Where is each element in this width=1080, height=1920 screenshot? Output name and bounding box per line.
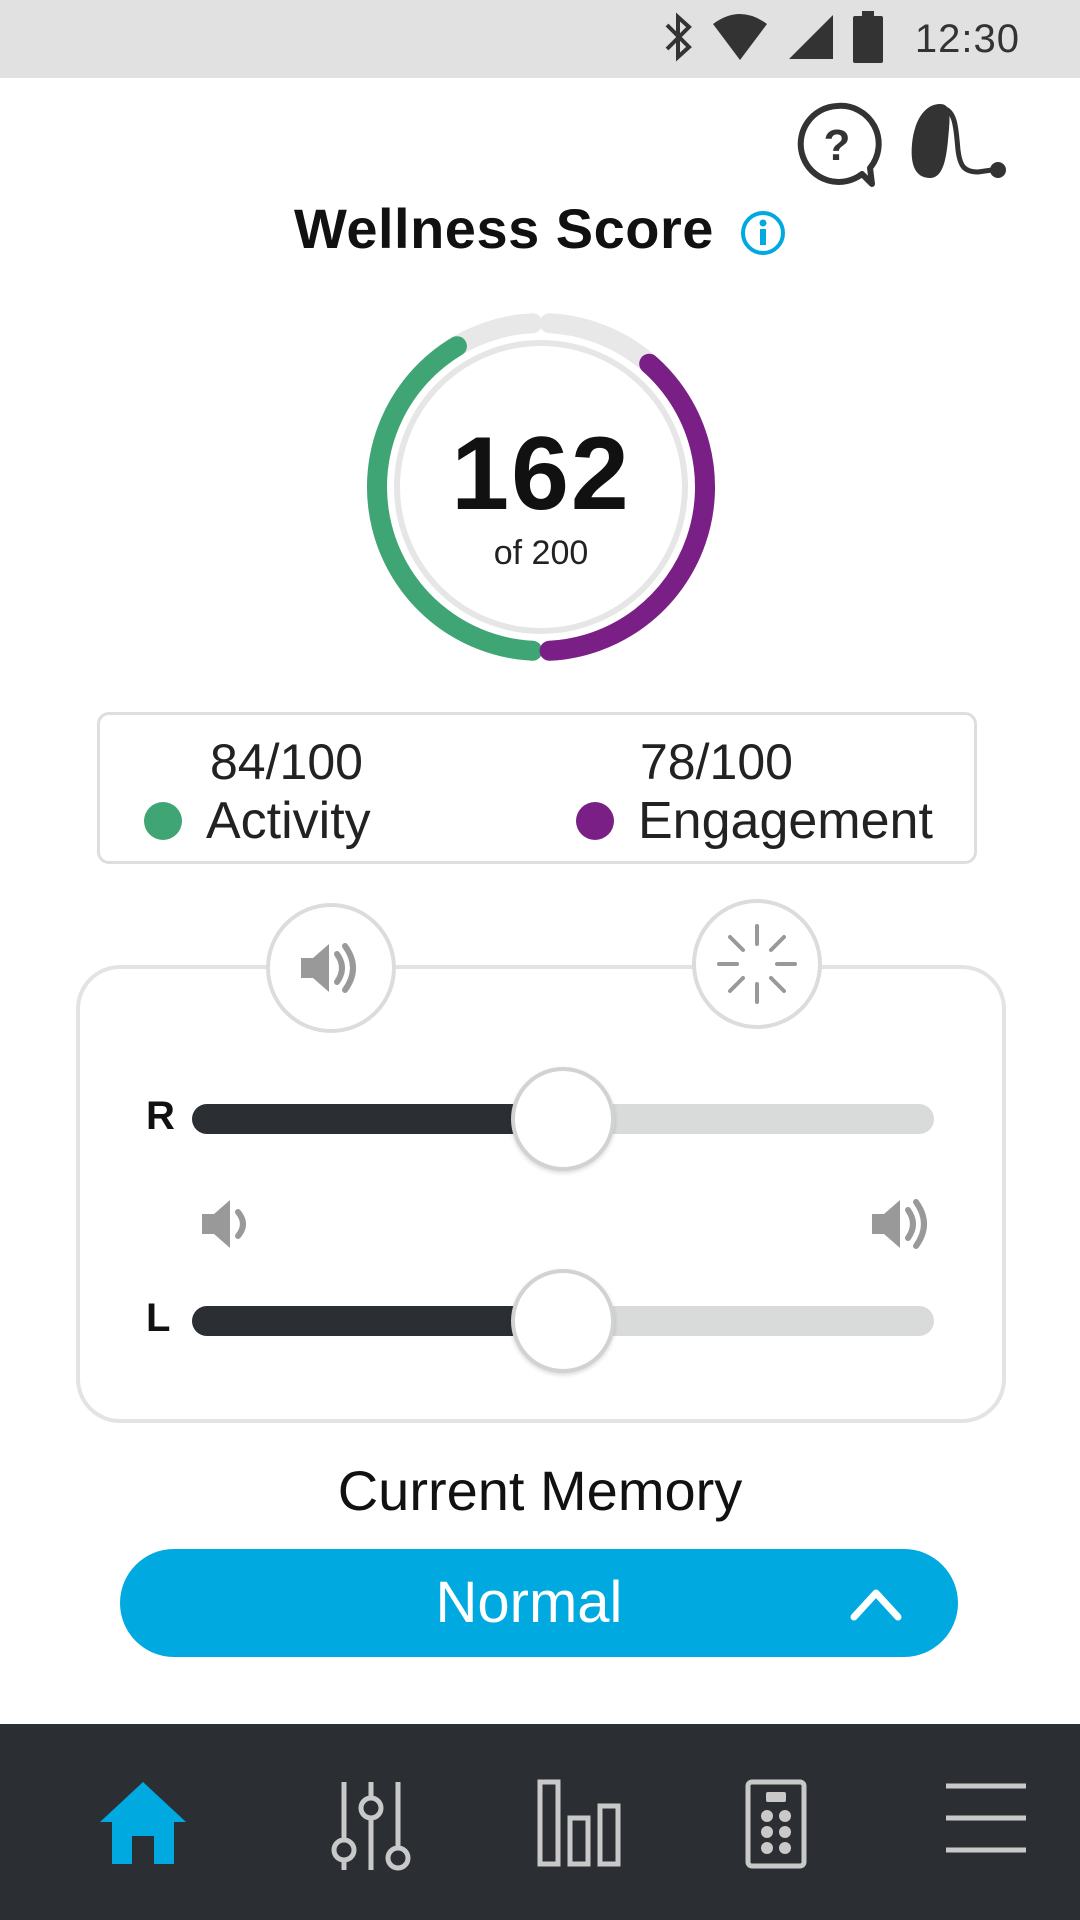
score-breakdown-card: 84/100 Activity 78/100 Engagement [97,712,977,864]
sparkle-mode-button[interactable] [692,899,822,1029]
bottom-nav [0,1724,1080,1920]
cell-signal-icon [787,13,835,66]
right-volume-thumb[interactable] [511,1067,615,1171]
home-icon [100,1782,186,1864]
right-slider-label: R [146,1094,175,1138]
wellness-title: Wellness Score [293,197,714,260]
engagement-dot [576,802,614,840]
sparkle-icon [717,924,797,1004]
equalizer-icon [331,1782,411,1871]
help-button[interactable]: ? [792,100,882,190]
current-memory-label: Current Memory [337,1459,743,1522]
memory-value: Normal [435,1570,623,1635]
nav-stats[interactable] [536,1778,636,1878]
wellness-title-row: Wellness Score [0,196,1080,261]
battery-icon [852,10,883,68]
bluetooth-icon [663,11,693,68]
status-bar: 12:30 [0,0,1080,78]
activity-label: Activity [206,792,371,850]
nav-menu[interactable] [944,1778,1028,1878]
activity-value: 84/100 [210,734,363,790]
memory-select-button[interactable]: Normal [120,1549,958,1657]
stats-icon [537,1779,621,1867]
nav-remote[interactable] [744,1778,844,1878]
left-volume-thumb[interactable] [511,1269,615,1373]
help-icon: ? [797,102,882,187]
right-volume-fill [192,1104,563,1134]
activity-dot [144,802,182,840]
hearing-aid-icon [911,104,1006,178]
hearing-aid-button[interactable] [906,100,1010,186]
engagement-score: 78/100 [640,733,793,791]
wellness-score-value: 162 [451,416,631,532]
gauge-center: 162 of 200 [356,302,726,672]
nav-equalizer[interactable] [326,1778,426,1878]
volume-mode-button[interactable] [266,903,396,1033]
left-volume-fill [192,1306,563,1336]
remote-icon [745,1779,807,1869]
wifi-icon [711,12,769,67]
engagement-label: Engagement [638,792,933,850]
svg-text:?: ? [824,121,851,170]
activity-score: 84/100 [210,733,363,791]
engagement-value: 78/100 [640,734,793,790]
info-icon[interactable] [740,204,786,256]
left-slider-label: L [146,1296,171,1340]
engagement-legend: Engagement [576,791,933,851]
chevron-up-icon [850,1589,902,1621]
activity-legend: Activity [144,791,371,851]
nav-home[interactable] [98,1778,198,1878]
volume-icon [301,943,356,993]
status-time: 12:30 [914,16,1020,61]
volume-low-icon [200,1196,254,1257]
volume-high-icon [870,1196,934,1257]
menu-icon [946,1783,1026,1853]
wellness-score-max: of 200 [493,534,589,572]
